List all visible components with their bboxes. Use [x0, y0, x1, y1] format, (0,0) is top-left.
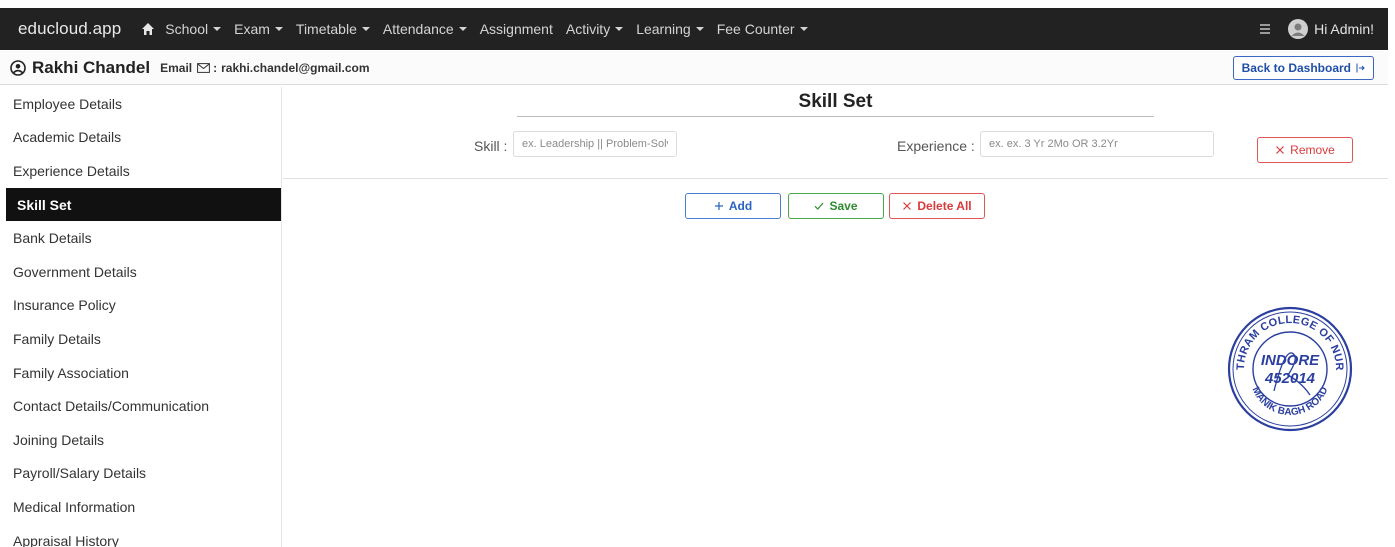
sidebar-item-employee-details[interactable]: Employee Details: [6, 87, 281, 121]
brand-logo[interactable]: educloud.app: [0, 19, 121, 39]
remove-button[interactable]: Remove: [1257, 137, 1353, 163]
sidebar-item-insurance-policy[interactable]: Insurance Policy: [6, 289, 281, 323]
email-label: Email: [160, 60, 193, 75]
delete-all-button[interactable]: Delete All: [889, 193, 985, 219]
nav-fee-counter[interactable]: Fee Counter: [717, 21, 808, 37]
home-icon[interactable]: [141, 22, 155, 36]
menu-icon[interactable]: [1260, 24, 1271, 34]
sidebar-item-government-details[interactable]: Government Details: [6, 255, 281, 289]
nav-timetable[interactable]: Timetable: [296, 21, 370, 37]
nav-attendance[interactable]: Attendance: [383, 21, 467, 37]
top-navbar: educloud.app School Exam Timetable Atten…: [0, 8, 1388, 50]
caret-down-icon: [615, 27, 624, 31]
sidebar: Employee Details Academic Details Experi…: [6, 87, 282, 547]
seal-city: INDORE: [1261, 352, 1320, 369]
close-icon: [902, 201, 912, 211]
close-icon: [1275, 145, 1285, 155]
sidebar-item-academic-details[interactable]: Academic Details: [6, 121, 281, 155]
caret-down-icon: [361, 27, 370, 31]
caret-down-icon: [274, 27, 283, 31]
add-button[interactable]: Add: [685, 193, 781, 219]
svg-text:MANIK BAGH ROAD: MANIK BAGH ROAD: [1250, 385, 1331, 418]
college-seal-stamp: CHOITHRAM COLLEGE OF NURSING MANIK BAGH …: [1226, 305, 1353, 432]
sidebar-item-experience-details[interactable]: Experience Details: [6, 154, 281, 188]
sidebar-item-payroll-salary-details[interactable]: Payroll/Salary Details: [6, 457, 281, 491]
caret-down-icon: [695, 27, 704, 31]
caret-down-icon: [799, 27, 808, 31]
nav-assignment[interactable]: Assignment: [480, 21, 553, 37]
nav-learning[interactable]: Learning: [636, 21, 704, 37]
experience-label: Experience :: [897, 138, 975, 154]
skill-label: Skill :: [474, 138, 508, 154]
skill-input[interactable]: [513, 131, 677, 157]
exit-icon: [1356, 63, 1365, 73]
main-content: Skill Set Skill : Experience : Remove Ad…: [283, 87, 1388, 547]
check-icon: [814, 201, 824, 211]
employee-name: Rakhi Chandel: [32, 57, 151, 77]
divider: [283, 178, 1388, 179]
seal-bottom-text: MANIK BAGH ROAD: [1250, 385, 1331, 418]
back-to-dashboard-label: Back to Dashboard: [1241, 61, 1351, 75]
back-to-dashboard-button[interactable]: Back to Dashboard: [1232, 56, 1374, 80]
envelope-icon: [197, 62, 211, 73]
sidebar-item-family-details[interactable]: Family Details: [6, 322, 281, 356]
nav-activity[interactable]: Activity: [566, 21, 624, 37]
employee-info-bar: Rakhi Chandel Email : rakhi.chandel@gmai…: [0, 51, 1388, 85]
sidebar-item-bank-details[interactable]: Bank Details: [6, 221, 281, 255]
sidebar-item-joining-details[interactable]: Joining Details: [6, 423, 281, 457]
nav-school[interactable]: School: [165, 21, 222, 37]
experience-input[interactable]: [980, 131, 1214, 157]
email-separator: :: [213, 60, 218, 75]
navbar-user-area: Hi Admin!: [1260, 19, 1388, 39]
email-value: rakhi.chandel@gmail.com: [221, 60, 370, 75]
page-title: Skill Set: [517, 89, 1154, 117]
save-button[interactable]: Save: [788, 193, 884, 219]
sidebar-item-appraisal-history[interactable]: Appraisal History: [6, 524, 281, 547]
user-avatar-icon[interactable]: [1288, 19, 1309, 39]
sidebar-item-skill-set[interactable]: Skill Set: [6, 187, 281, 222]
sidebar-item-family-association[interactable]: Family Association: [6, 356, 281, 390]
user-circle-icon: [10, 59, 26, 76]
user-greeting[interactable]: Hi Admin!: [1314, 21, 1374, 37]
sidebar-item-medical-information[interactable]: Medical Information: [6, 490, 281, 524]
nav-exam[interactable]: Exam: [234, 21, 283, 37]
caret-down-icon: [458, 27, 467, 31]
sidebar-item-contact-details[interactable]: Contact Details/Communication: [6, 389, 281, 423]
plus-icon: [714, 201, 724, 211]
caret-down-icon: [213, 27, 222, 31]
